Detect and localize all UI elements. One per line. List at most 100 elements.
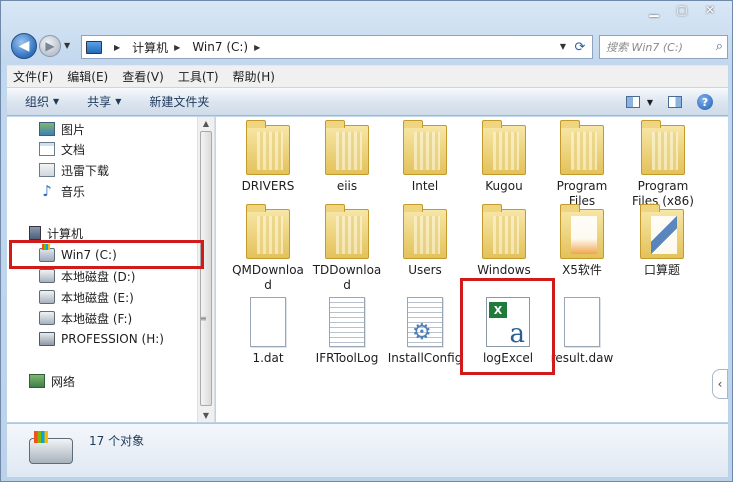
drive-icon (29, 431, 73, 464)
file-item-qmdownload[interactable]: QMDownload (230, 204, 306, 293)
file-item-1-dat[interactable]: 1.dat (230, 297, 306, 366)
nav-item-drive-e[interactable]: 本地磁盘 (E:) (39, 287, 134, 307)
file-icon (564, 297, 600, 347)
file-item-math-problems[interactable]: 口算题 (624, 204, 700, 278)
file-item-windows[interactable]: Windows (466, 204, 542, 278)
windows-drive-icon (39, 244, 55, 262)
folder-icon (560, 204, 604, 259)
command-bar-right: ▼ ? (614, 92, 716, 112)
folder-icon (403, 120, 447, 175)
menu-file[interactable]: 文件(F) (13, 68, 53, 85)
share-button[interactable]: 共享 ▼ (87, 93, 121, 110)
preview-pane-button[interactable] (664, 92, 686, 112)
breadcrumb-sep-root[interactable]: ▶ (108, 43, 126, 52)
file-item-x5-software[interactable]: X5软件 (544, 204, 620, 278)
command-bar: 组织 ▼ 共享 ▼ 新建文件夹 ▼ ? (7, 88, 728, 116)
help-button[interactable]: ? (694, 92, 716, 112)
menu-help[interactable]: 帮助(H) (233, 68, 275, 85)
breadcrumb-win7-c[interactable]: Win7 (C:) ▶ (192, 40, 266, 54)
file-item-ifrtoollog[interactable]: IFRToolLog (309, 297, 385, 366)
downloads-icon (39, 163, 55, 177)
explorer-window: ▁ ▢ ✕ ◀ ▶ ▼ ▶ 计算机 ▶ Win7 (C:) ▶ ▼ ⟳ 搜索 Win… (0, 0, 733, 482)
menu-bar: 文件(F) 编辑(E) 查看(V) 工具(T) 帮助(H) (7, 65, 728, 87)
address-bar[interactable]: ▶ 计算机 ▶ Win7 (C:) ▶ ▼ ⟳ (81, 35, 593, 59)
forward-button[interactable]: ▶ (39, 35, 61, 57)
scroll-up-icon[interactable]: ▲ (201, 119, 211, 128)
folder-icon (482, 204, 526, 259)
file-item-installconfig[interactable]: ⚙ InstallConfig (387, 297, 463, 366)
letter-a-icon: a (509, 319, 525, 349)
network-icon (29, 374, 45, 388)
nav-item-computer[interactable]: 计算机 (29, 223, 83, 243)
views-dropdown-icon[interactable]: ▼ (644, 92, 656, 112)
close-icon[interactable]: ✕ (696, 1, 724, 19)
chevron-down-icon: ▼ (115, 97, 122, 106)
folder-icon (640, 204, 684, 259)
nav-item-pictures[interactable]: 图片 (39, 119, 85, 139)
gear-icon: ⚙ (412, 320, 432, 345)
organize-button[interactable]: 组织 ▼ (25, 93, 59, 110)
file-item-program-files-x86[interactable]: Program Files (x86) (624, 120, 702, 209)
hard-drive-icon (39, 269, 55, 283)
file-icon (250, 297, 286, 347)
file-item-users[interactable]: Users (387, 204, 463, 278)
refresh-icon[interactable]: ⟳ (570, 38, 590, 56)
folder-icon (325, 204, 369, 259)
menu-tools[interactable]: 工具(T) (178, 68, 219, 85)
collapse-tab-chevron-left-icon[interactable]: ‹ (712, 369, 728, 399)
nav-item-drive-h[interactable]: PROFESSION (H:) (39, 329, 164, 349)
scrollbar-grip-icon: ≡ (200, 314, 207, 323)
nav-item-drive-f[interactable]: 本地磁盘 (F:) (39, 308, 132, 328)
search-input[interactable]: 搜索 Win7 (C:) ⌕ (599, 35, 728, 59)
nav-item-music[interactable]: ♪ 音乐 (39, 181, 85, 201)
minimize-icon[interactable]: ▁ (640, 1, 668, 19)
views-icon (626, 96, 640, 108)
help-icon: ? (697, 94, 713, 110)
preview-pane-icon (668, 96, 682, 108)
folder-icon (641, 120, 685, 175)
file-item-eiis[interactable]: eiis (309, 120, 385, 194)
item-count: 17 个对象 (89, 434, 145, 448)
nav-item-documents[interactable]: 文档 (39, 139, 85, 159)
computer-icon (86, 40, 102, 54)
file-item-intel[interactable]: Intel (387, 120, 463, 194)
hard-drive-icon (39, 311, 55, 325)
nav-item-drive-d[interactable]: 本地磁盘 (D:) (39, 266, 135, 286)
nav-item-network[interactable]: 网络 (29, 371, 75, 391)
address-dropdown-icon[interactable]: ▼ (560, 42, 566, 51)
new-folder-button[interactable]: 新建文件夹 (149, 93, 209, 110)
scroll-down-icon[interactable]: ▼ (201, 411, 211, 420)
music-icon: ♪ (42, 182, 52, 200)
caption-buttons: ▁ ▢ ✕ (640, 1, 724, 19)
history-dropdown-icon[interactable]: ▼ (64, 41, 70, 50)
change-view-button[interactable] (622, 92, 644, 112)
menu-view[interactable]: 查看(V) (122, 68, 164, 85)
nav-item-thunder-downloads[interactable]: 迅雷下载 (39, 160, 109, 180)
folder-icon (403, 204, 447, 259)
computer-icon (29, 226, 41, 240)
nav-item-win7-c[interactable]: Win7 (C:) (39, 244, 117, 265)
folder-icon (482, 120, 526, 175)
file-item-drivers[interactable]: DRIVERS (230, 120, 306, 194)
file-item-tddownload[interactable]: TDDownload (309, 204, 385, 293)
folder-icon (246, 120, 290, 175)
hard-drive-icon (39, 290, 55, 304)
back-button[interactable]: ◀ (11, 33, 37, 59)
search-icon[interactable]: ⌕ (716, 39, 723, 54)
scrollbar-thumb[interactable] (200, 131, 212, 406)
navigation-row: ◀ ▶ ▼ ▶ 计算机 ▶ Win7 (C:) ▶ ▼ ⟳ 搜索 Win7 (C:)… (7, 31, 728, 63)
folder-icon (560, 120, 604, 175)
file-item-result-daw[interactable]: result.daw (544, 297, 620, 366)
maximize-icon[interactable]: ▢ (668, 1, 696, 19)
config-file-icon: ⚙ (407, 297, 443, 347)
breadcrumb-computer[interactable]: 计算机 ▶ (132, 39, 186, 56)
file-item-logexcel[interactable]: X a logExcel (470, 297, 546, 366)
file-item-kugou[interactable]: Kugou (466, 120, 542, 194)
chevron-down-icon: ▼ (53, 97, 60, 106)
navigation-pane: 图片 文档 迅雷下载 ♪ 音乐 计算机 Win7 (C:) 本地磁盘 (D:) (7, 117, 215, 422)
menu-edit[interactable]: 编辑(E) (67, 68, 108, 85)
nav-scrollbar[interactable]: ▲ ≡ ▼ (197, 117, 214, 422)
text-file-icon (329, 297, 365, 347)
file-item-program-files[interactable]: Program Files (544, 120, 620, 209)
pictures-icon (39, 122, 55, 136)
